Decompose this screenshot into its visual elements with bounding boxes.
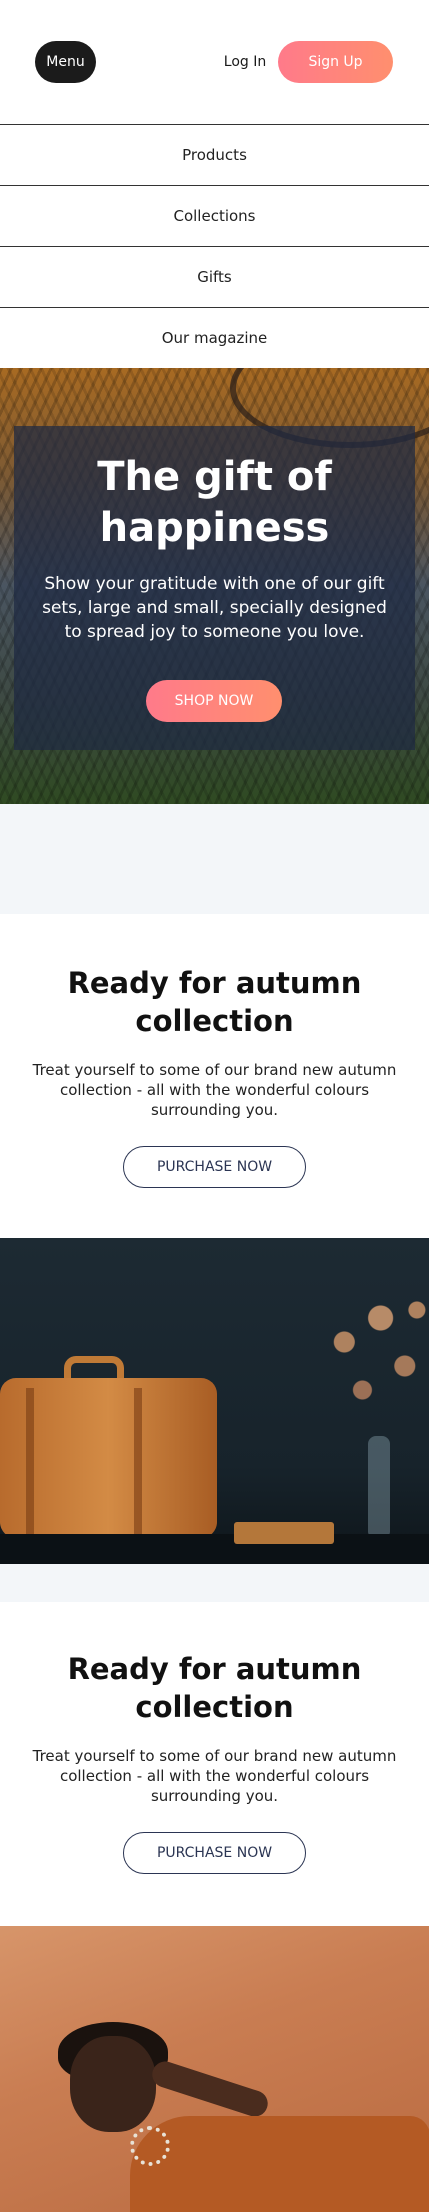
- nav-item-collections[interactable]: Collections: [0, 185, 429, 246]
- site-header: Menu Log In Sign Up: [0, 0, 429, 124]
- autumn-collection-section: Ready for autumn collection Treat yourse…: [0, 1602, 429, 1926]
- section-title: Ready for autumn collection: [67, 966, 362, 1038]
- hero-banner: The gift of happiness Show your gratitud…: [0, 368, 429, 804]
- autumn-collection-section: Ready for autumn collection Treat yourse…: [0, 914, 429, 1238]
- purchase-now-button[interactable]: PURCHASE NOW: [123, 1146, 306, 1188]
- shop-now-button[interactable]: SHOP NOW: [146, 680, 282, 722]
- login-link[interactable]: Log In: [210, 51, 280, 73]
- necklace-image: [130, 2126, 170, 2166]
- floor-surface: [0, 1534, 429, 1564]
- section-spacer: [0, 1564, 429, 1602]
- nav-item-gifts[interactable]: Gifts: [0, 246, 429, 307]
- section-description: Treat yourself to some of our brand new …: [32, 1747, 397, 1805]
- menu-button[interactable]: Menu: [35, 41, 96, 83]
- hero-title: The gift of happiness: [97, 454, 332, 551]
- model-photo: [0, 1926, 429, 2212]
- section-spacer: [0, 804, 429, 914]
- nav-item-our-magazine[interactable]: Our magazine: [0, 307, 429, 368]
- suitcase-strap: [26, 1388, 34, 1536]
- signup-button[interactable]: Sign Up: [278, 41, 393, 83]
- book-image: [234, 1522, 334, 1544]
- purchase-now-button[interactable]: PURCHASE NOW: [123, 1832, 306, 1874]
- model-face-image: [70, 2036, 156, 2132]
- glass-vase-image: [368, 1436, 390, 1536]
- hero-description: Show your gratitude with one of our gift…: [42, 574, 387, 642]
- section-title: Ready for autumn collection: [67, 1652, 362, 1724]
- nav-item-products[interactable]: Products: [0, 124, 429, 185]
- model-dress-image: [130, 2116, 429, 2212]
- main-nav: Products Collections Gifts Our magazine: [0, 124, 429, 368]
- suitcase-strap: [134, 1388, 142, 1536]
- model-arm-image: [148, 2058, 272, 2120]
- dried-flowers-image: [308, 1278, 429, 1438]
- suitcase-photo: [0, 1238, 429, 1564]
- section-description: Treat yourself to some of our brand new …: [32, 1061, 397, 1119]
